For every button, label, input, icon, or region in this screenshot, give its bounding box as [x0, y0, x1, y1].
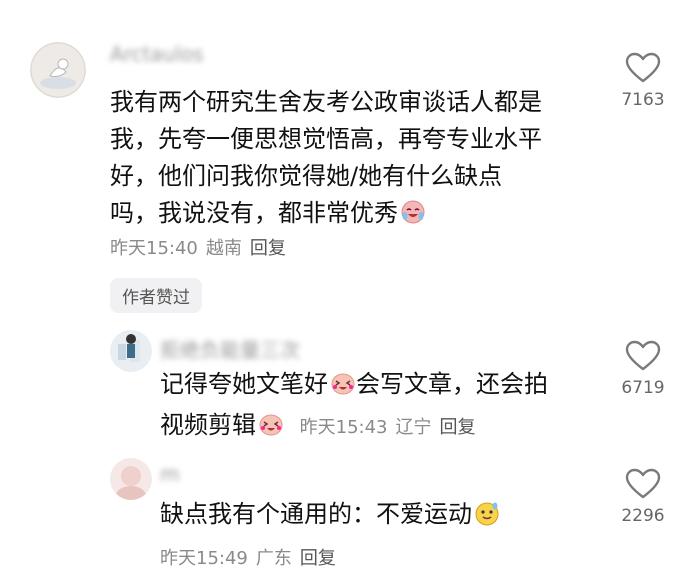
crying-laughing-emoji	[400, 199, 426, 236]
comment-meta: 昨天15:49 广东 回复	[160, 544, 344, 570]
heart-icon	[625, 52, 661, 83]
comment-text: 记得夸她文笔好 会写文章，还会拍 视频剪辑 昨天15:43 辽宁 回复	[160, 366, 600, 448]
location: 广东	[255, 548, 292, 569]
sweat-smile-emoji	[474, 500, 500, 537]
heart-icon	[625, 468, 661, 499]
username[interactable]: 拒绝负能量三次	[160, 334, 300, 363]
like-button[interactable]: 2296	[617, 468, 669, 526]
heart-icon	[625, 340, 661, 371]
avatar[interactable]	[110, 458, 152, 500]
timestamp: 昨天15:40	[110, 238, 198, 259]
laughing-blush-emoji	[330, 370, 356, 407]
avatar[interactable]	[110, 330, 152, 372]
reply-button[interactable]: 回复	[440, 417, 476, 438]
laughing-blush-emoji	[258, 411, 284, 448]
username[interactable]: m	[160, 462, 179, 486]
comment-meta: 昨天15:43 辽宁 回复	[300, 417, 484, 438]
reply-button[interactable]: 回复	[250, 238, 286, 259]
like-count: 6719	[621, 378, 665, 398]
like-count: 7163	[621, 90, 665, 110]
comment-meta: 昨天15:40 越南 回复	[110, 234, 294, 260]
like-button[interactable]: 6719	[617, 340, 669, 398]
username[interactable]: Arctaulos	[110, 42, 203, 66]
author-liked-badge: 作者赞过	[110, 278, 202, 313]
avatar[interactable]	[30, 42, 86, 98]
reply-button[interactable]: 回复	[300, 548, 336, 569]
comment-text: 我有两个研究生舍友考公政审谈话人都是 我，先夸一便思想觉悟高，再夸专业水平 好，…	[110, 84, 610, 236]
like-count: 2296	[621, 506, 665, 526]
timestamp: 昨天15:43	[299, 417, 388, 438]
like-button[interactable]: 7163	[617, 52, 669, 110]
location: 辽宁	[395, 417, 432, 438]
timestamp: 昨天15:49	[160, 548, 248, 569]
comment-text: 缺点我有个通用的：不爱运动	[160, 496, 600, 537]
location: 越南	[205, 238, 242, 259]
